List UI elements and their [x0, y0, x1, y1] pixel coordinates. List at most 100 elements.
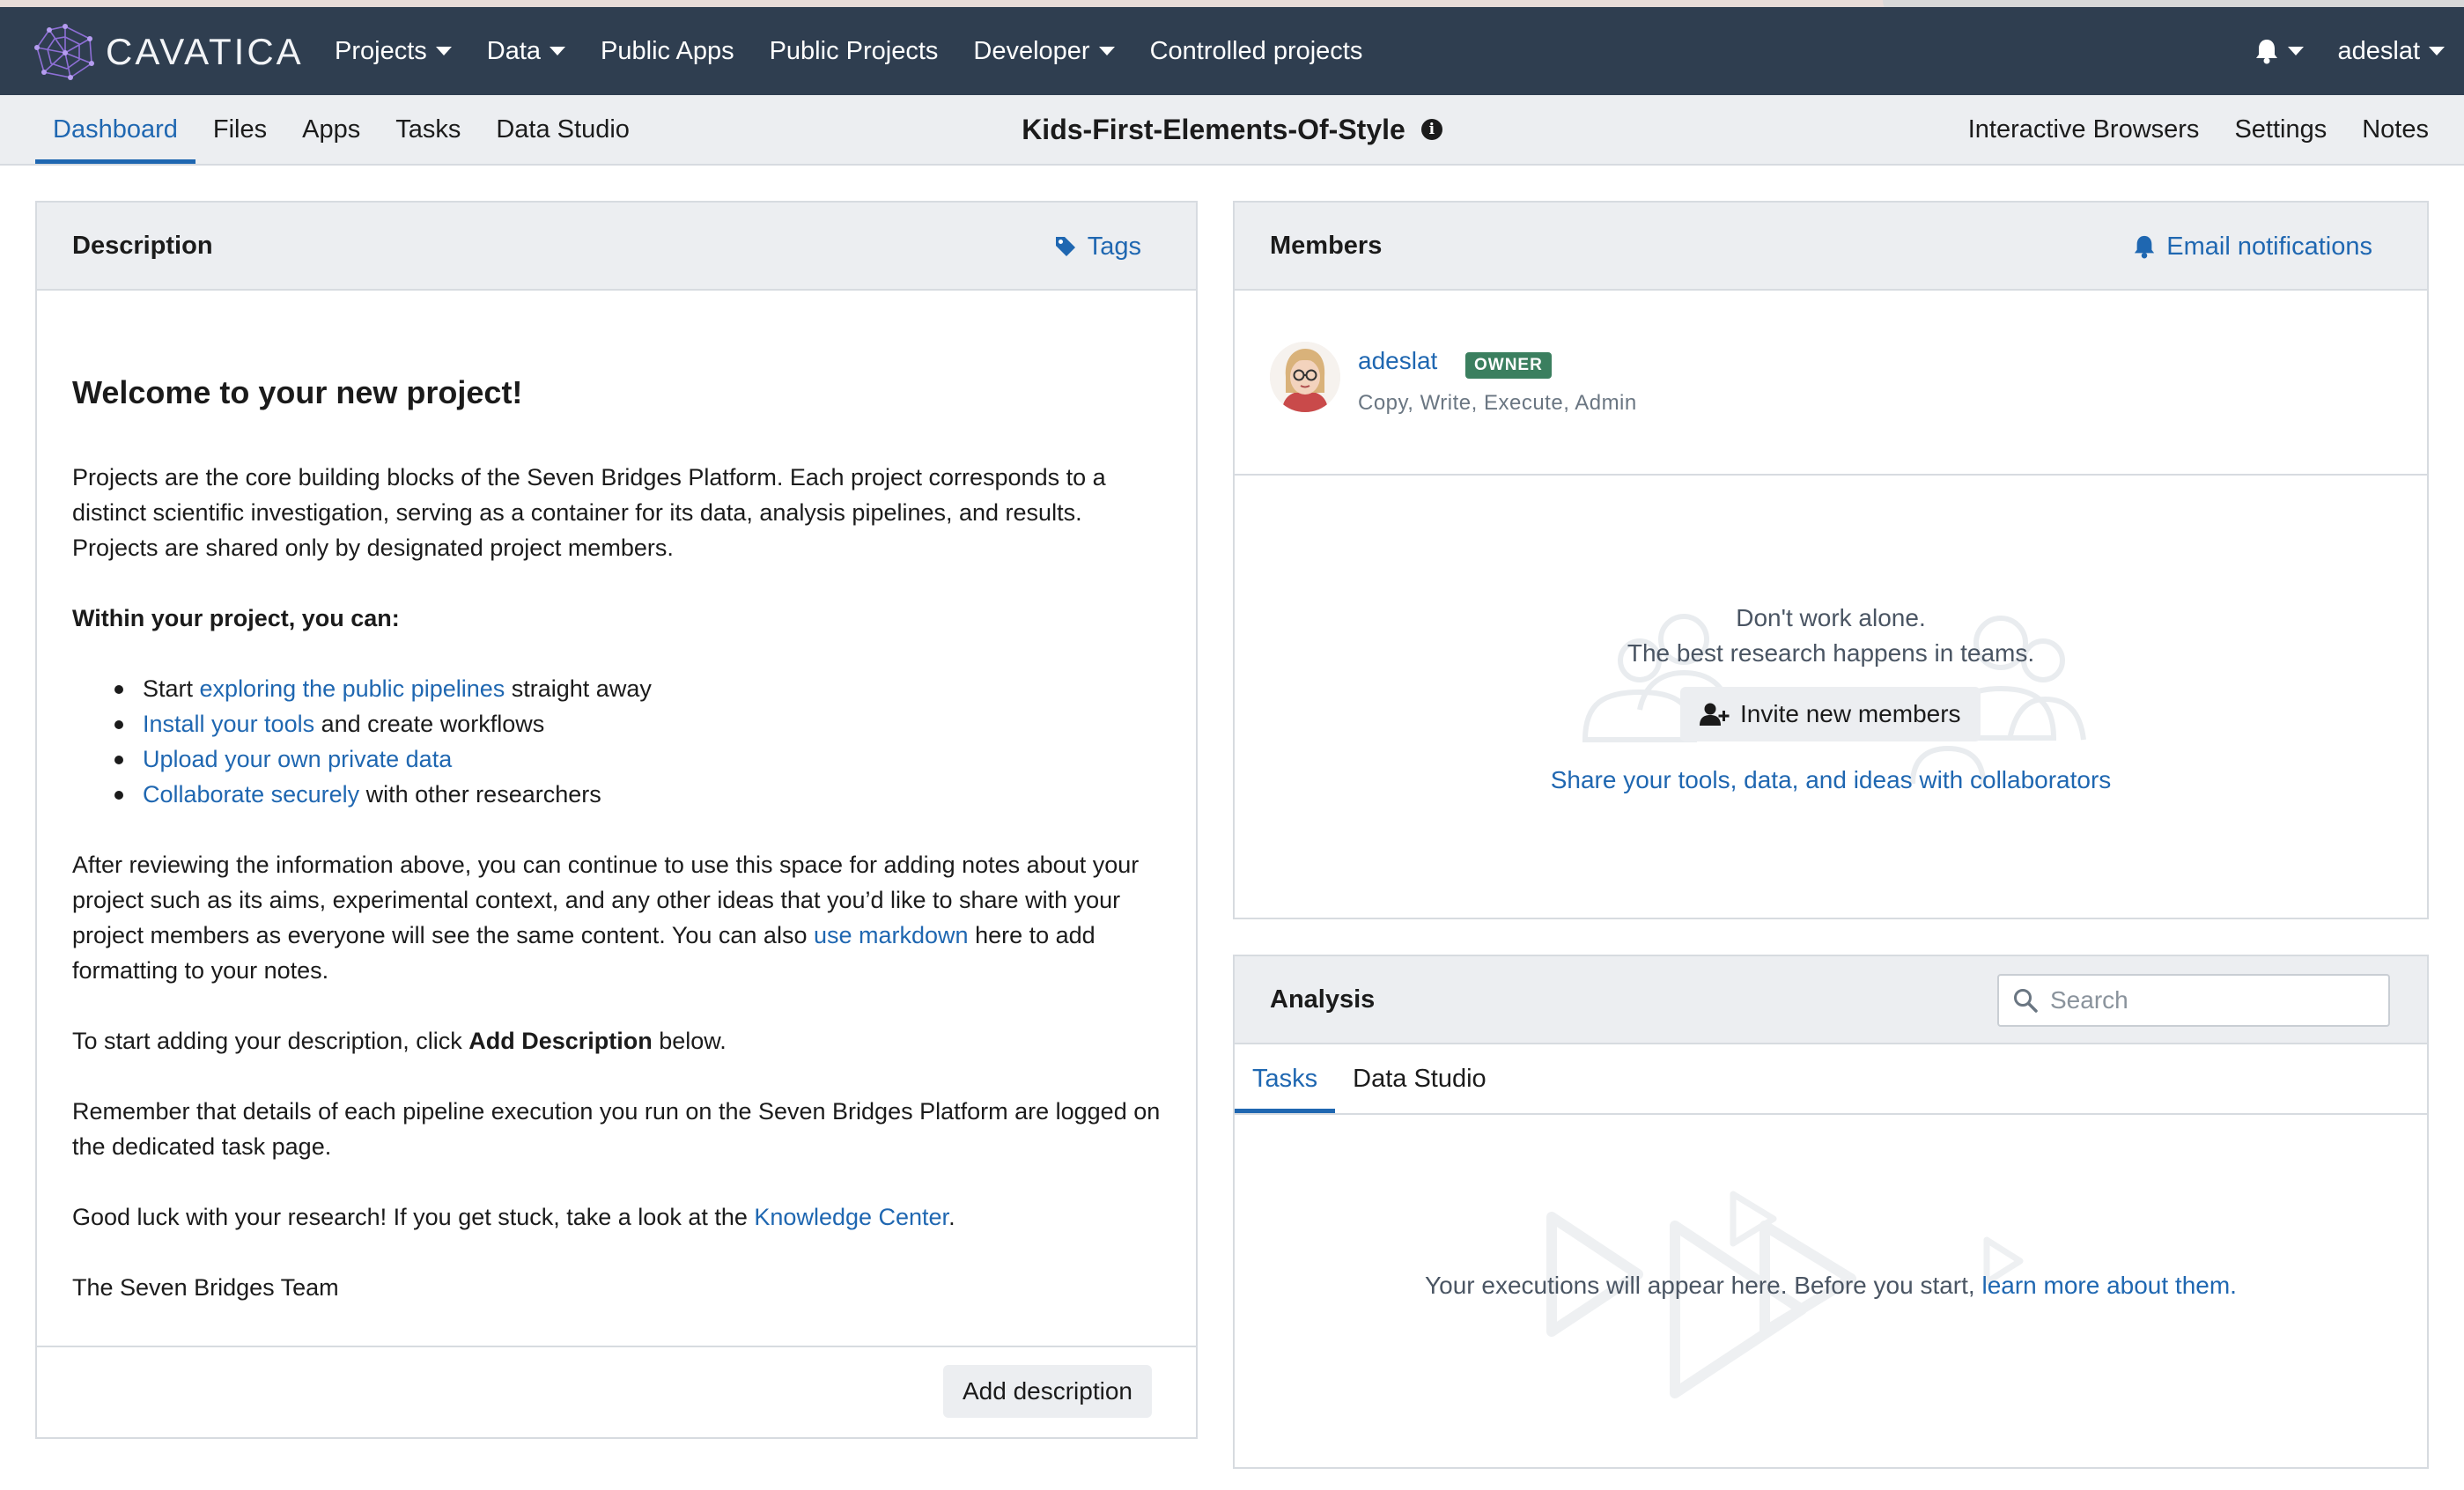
username-label: adeslat: [2337, 36, 2420, 65]
executions-empty-text: Your executions will appear here. Before…: [1235, 1272, 2427, 1300]
email-notifications-label: Email notifications: [2166, 232, 2372, 261]
nav-public-apps-label: Public Apps: [601, 36, 734, 65]
bell-icon: [2256, 40, 2278, 64]
project-subnav: Dashboard Files Apps Tasks Data Studio K…: [0, 95, 2464, 166]
install-tools-link[interactable]: Install your tools: [143, 711, 314, 737]
tab-interactive-browsers[interactable]: Interactive Browsers: [1951, 95, 2217, 164]
luck-text: Good luck with your research! If you get…: [72, 1204, 755, 1230]
exploring-pipelines-link[interactable]: exploring the public pipelines: [200, 675, 505, 702]
analysis-panel: Analysis Tasks Data Studio Your executio…: [1233, 955, 2429, 1469]
empty-line-1: Don't work alone.: [1736, 604, 1926, 631]
analysis-tabs: Tasks Data Studio: [1235, 1044, 2427, 1115]
capabilities-list: Start exploring the public pipelines str…: [114, 671, 1161, 812]
email-notifications-link[interactable]: Email notifications: [2133, 203, 2372, 291]
navbar-right: adeslat: [2254, 7, 2445, 95]
cavatica-logo[interactable]: CAVATICA: [33, 23, 304, 81]
start-paragraph: To start adding your description, click …: [72, 1023, 1161, 1058]
list-item: Install your tools and create workflows: [114, 706, 1161, 741]
spider-web-logo-icon: [34, 24, 94, 80]
tab-files[interactable]: Files: [195, 95, 284, 164]
bullet-text: Start: [143, 675, 200, 702]
user-plus-icon: [1700, 703, 1730, 726]
nav-projects[interactable]: Projects: [335, 37, 452, 66]
tab-settings[interactable]: Settings: [2217, 95, 2344, 164]
share-collaborators-link[interactable]: Share your tools, data, and ideas with c…: [1235, 766, 2427, 794]
caret-down-icon: [1098, 47, 1115, 55]
start-bold: Add Description: [468, 1028, 653, 1054]
tab-data-studio[interactable]: Data Studio: [478, 95, 647, 164]
nav-projects-label: Projects: [335, 36, 427, 65]
upload-data-link[interactable]: Upload your own private data: [143, 746, 452, 772]
tab-dashboard[interactable]: Dashboard: [35, 95, 195, 164]
after-paragraph: After reviewing the information above, y…: [72, 847, 1161, 988]
caret-down-icon: [2288, 47, 2305, 55]
members-header: Members Email notifications: [1235, 203, 2427, 291]
user-menu[interactable]: adeslat: [2337, 37, 2445, 66]
description-header: Description Tags: [37, 203, 1196, 291]
member-name-link[interactable]: adeslat: [1358, 347, 1437, 375]
tab-analysis-data-studio[interactable]: Data Studio: [1335, 1044, 1504, 1113]
project-right-tabs: Interactive Browsers Settings Notes: [1951, 95, 2446, 164]
nav-public-apps[interactable]: Public Apps: [601, 37, 734, 66]
bullet-text: and create workflows: [314, 711, 545, 737]
owner-badge: OWNER: [1465, 352, 1552, 379]
notifications-button[interactable]: [2254, 38, 2305, 64]
signoff: The Seven Bridges Team: [72, 1274, 339, 1301]
use-markdown-link[interactable]: use markdown: [814, 922, 969, 948]
search-icon: [2014, 989, 2038, 1013]
nav-developer-label: Developer: [973, 36, 1090, 65]
analysis-header: Analysis: [1235, 956, 2427, 1044]
empty-line-2: The best research happens in teams.: [1627, 639, 2035, 667]
nav-developer[interactable]: Developer: [973, 36, 1115, 66]
collaborate-link[interactable]: Collaborate securely: [143, 781, 359, 808]
start-text-end: below.: [652, 1028, 727, 1054]
tab-analysis-tasks[interactable]: Tasks: [1235, 1044, 1336, 1113]
caret-down-icon: [550, 47, 566, 55]
logo-text: CAVATICA: [106, 31, 304, 72]
invite-area: Don't work alone. The best research happ…: [1235, 476, 2427, 916]
member-permissions: Copy, Write, Execute, Admin: [1358, 391, 1637, 415]
nav-controlled-projects-label: Controlled projects: [1149, 36, 1363, 65]
welcome-heading: Welcome to your new project!: [72, 374, 523, 410]
tab-apps[interactable]: Apps: [284, 95, 378, 164]
members-panel: Members Email notifications adeslat OWNE…: [1233, 201, 2429, 919]
description-body: Welcome to your new project! Projects ar…: [37, 373, 1196, 1305]
tag-icon: [1055, 237, 1075, 256]
nav-public-projects[interactable]: Public Projects: [770, 37, 939, 66]
intro-paragraph: Projects are the core building blocks of…: [72, 464, 1106, 561]
knowledge-center-link[interactable]: Knowledge Center: [754, 1204, 948, 1230]
list-item: Upload your own private data: [114, 741, 1161, 777]
executions-empty-label: Your executions will appear here. Before…: [1425, 1272, 1982, 1299]
description-title: Description: [72, 231, 213, 260]
project-title: Kids-First-Elements-Of-Style: [1022, 113, 1405, 145]
nav-data[interactable]: Data: [486, 36, 566, 66]
bullet-text: with other researchers: [359, 781, 601, 808]
nav-controlled-projects[interactable]: Controlled projects: [1150, 37, 1363, 66]
tags-label: Tags: [1087, 232, 1141, 261]
user-avatar-icon: [1270, 342, 1340, 412]
description-footer: Add description: [37, 1346, 1196, 1437]
executions-empty-state: Your executions will appear here. Before…: [1235, 1115, 2427, 1467]
info-icon[interactable]: i: [1420, 119, 1442, 140]
tab-tasks[interactable]: Tasks: [378, 95, 478, 164]
tab-notes[interactable]: Notes: [2344, 95, 2446, 164]
tags-link[interactable]: Tags: [1054, 203, 1141, 291]
learn-more-link[interactable]: learn more about them.: [1981, 1272, 2237, 1299]
main-menu: Projects Data Public Apps Public Project…: [335, 7, 1398, 95]
avatar: [1270, 342, 1340, 412]
search-box: [1997, 974, 2390, 1027]
nav-data-label: Data: [486, 36, 542, 65]
search-input[interactable]: [2050, 986, 2367, 1014]
list-item: Start exploring the public pipelines str…: [114, 671, 1161, 706]
description-panel: Description Tags Welcome to your new pro…: [35, 201, 1198, 1439]
start-text: To start adding your description, click: [72, 1028, 469, 1054]
nav-public-projects-label: Public Projects: [769, 36, 939, 65]
top-navbar: CAVATICA Projects Data Public Apps Publi…: [0, 7, 2464, 95]
invite-members-button[interactable]: Invite new members: [1680, 687, 1981, 741]
bell-icon: [2135, 235, 2155, 259]
member-row: adeslat OWNER Copy, Write, Execute, Admi…: [1235, 291, 2427, 476]
add-description-button[interactable]: Add description: [942, 1365, 1152, 1418]
caret-down-icon: [435, 47, 452, 55]
project-tabs: Dashboard Files Apps Tasks Data Studio: [35, 95, 647, 164]
luck-text-end: .: [948, 1204, 955, 1230]
